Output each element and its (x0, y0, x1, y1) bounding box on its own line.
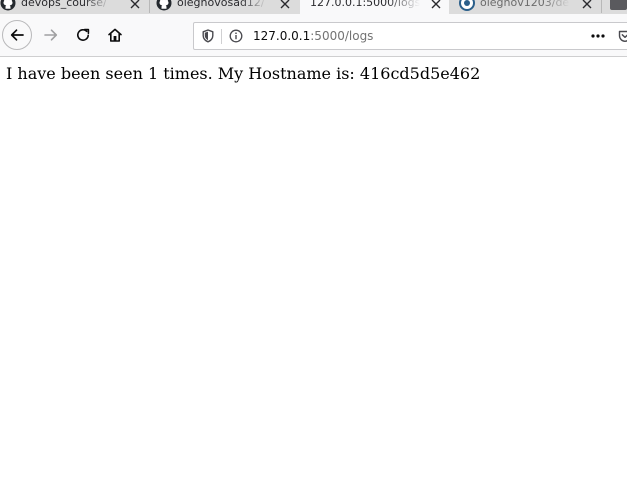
back-button[interactable] (2, 20, 32, 50)
forward-button[interactable] (38, 22, 64, 48)
shield-icon[interactable] (201, 29, 215, 43)
home-button[interactable] (102, 22, 128, 48)
pocket-icon[interactable] (618, 29, 627, 43)
docker-icon (459, 0, 475, 11)
tab-separator (601, 0, 602, 13)
page-body-text: I have been seen 1 times. My Hostname is… (6, 64, 481, 83)
arrow-left-icon (10, 29, 24, 41)
close-icon[interactable] (128, 0, 142, 11)
tab-title: devops_course/ (21, 0, 107, 9)
url-host: 127.0.0.1 (253, 29, 311, 43)
url-path: :5000/logs (310, 29, 374, 43)
tab-title: olegnovosad12/ (177, 0, 265, 9)
tab-strip: devops_course/ olegnovosad12/ 127.0.0.1:… (0, 0, 627, 14)
tab-title: 127.0.0.1:5000/logs (310, 0, 420, 9)
tab-olegnovosad[interactable]: olegnovosad12/ (150, 0, 298, 14)
home-icon (108, 28, 122, 42)
tab-title: olegnov1203/de (480, 0, 570, 9)
github-icon (0, 0, 16, 11)
info-icon[interactable] (229, 29, 243, 43)
urlbar-divider (221, 29, 222, 44)
tab-devops-course[interactable]: devops_course/ (0, 0, 148, 14)
more-horizontal-icon[interactable] (590, 29, 606, 43)
url-bar[interactable]: 127.0.0.1:5000/logs (193, 22, 627, 50)
url-text[interactable]: 127.0.0.1:5000/logs (253, 29, 373, 44)
overflow-tab-icon[interactable] (610, 0, 627, 10)
tab-logs-active[interactable]: 127.0.0.1:5000/logs (300, 0, 449, 14)
tab-olegnov1203[interactable]: olegnov1203/de (450, 0, 600, 14)
nav-toolbar: 127.0.0.1:5000/logs (0, 14, 627, 57)
github-icon (156, 0, 172, 11)
reload-button[interactable] (70, 22, 96, 48)
reload-icon (77, 28, 90, 41)
page-content: I have been seen 1 times. My Hostname is… (0, 57, 627, 482)
close-icon[interactable] (278, 0, 292, 11)
arrow-right-icon (44, 29, 58, 41)
close-icon[interactable] (580, 0, 594, 11)
close-icon[interactable] (429, 0, 443, 11)
